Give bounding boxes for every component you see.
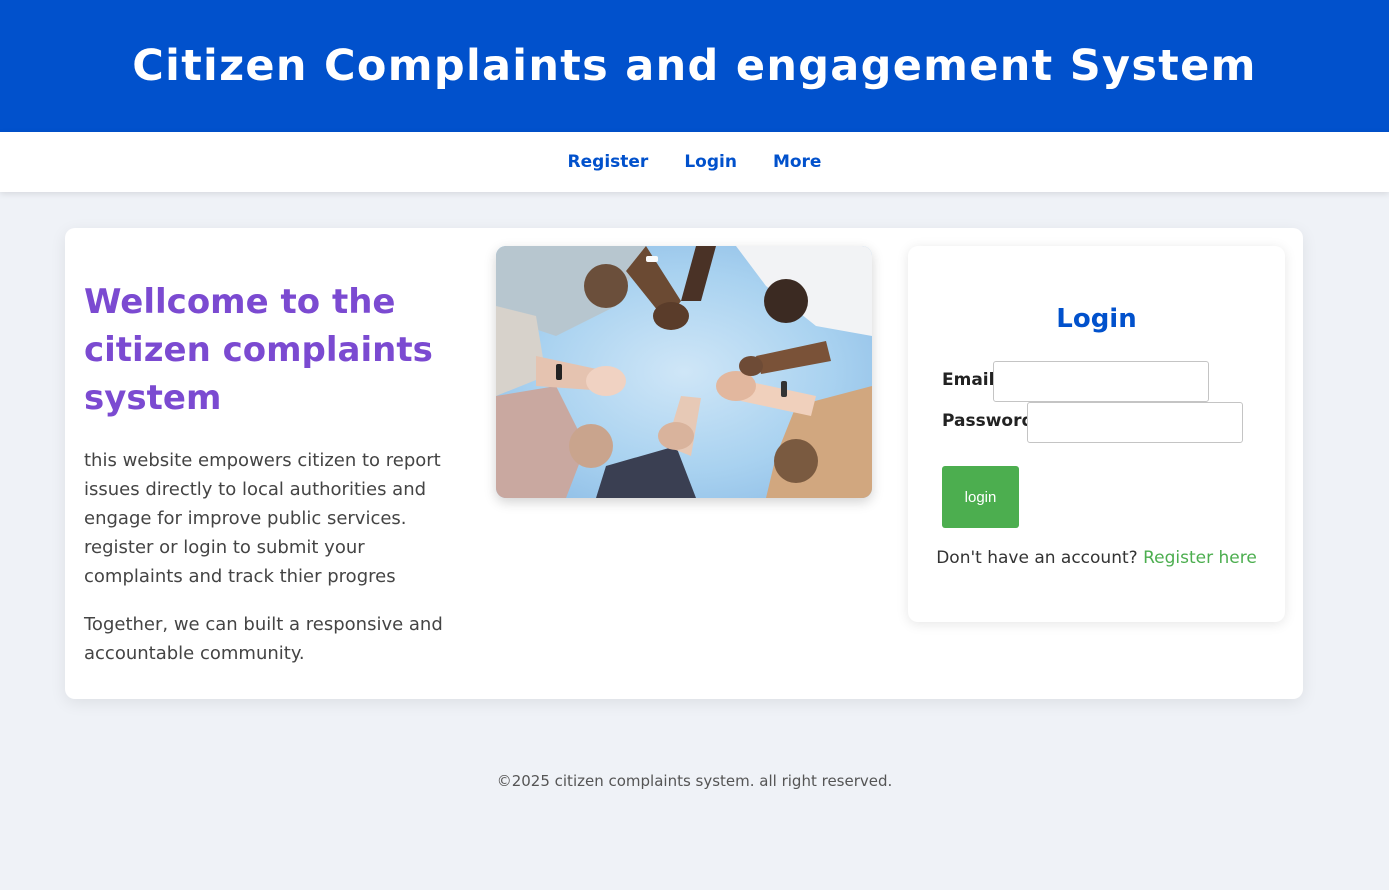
email-label: Email [942,370,995,390]
hands-circle-photo-icon [496,246,872,498]
site-title: Citizen Complaints and engagement System [132,41,1257,91]
password-field[interactable] [1027,402,1243,443]
login-button[interactable]: login [942,466,1019,528]
nav-register-link[interactable]: Register [568,152,649,172]
welcome-section: Wellcome to the citizen complaints syste… [84,278,464,668]
welcome-community-text: Together, we can built a responsive and … [84,614,443,664]
site-header: Citizen Complaints and engagement System [0,0,1389,132]
password-label: Password [942,411,1034,431]
email-field[interactable] [993,361,1209,402]
main-card: Wellcome to the citizen complaints syste… [65,228,1303,699]
login-card: Login Email Password login Don't have an… [908,246,1285,622]
register-prompt: Don't have an account? Register here [908,548,1285,568]
register-prompt-text: Don't have an account? [936,548,1138,568]
nav-more-link[interactable]: More [773,152,822,172]
register-here-link[interactable]: Register here [1143,548,1257,568]
nav-bar: Register Login More [0,132,1389,192]
login-heading: Login [1056,304,1137,334]
nav-login-link[interactable]: Login [684,152,737,172]
welcome-description: this website empowers citizen to report … [84,450,441,587]
welcome-heading: Wellcome to the citizen complaints syste… [84,282,433,418]
hero-image [496,246,872,498]
footer-copyright: ©2025 citizen complaints system. all rig… [496,772,893,790]
